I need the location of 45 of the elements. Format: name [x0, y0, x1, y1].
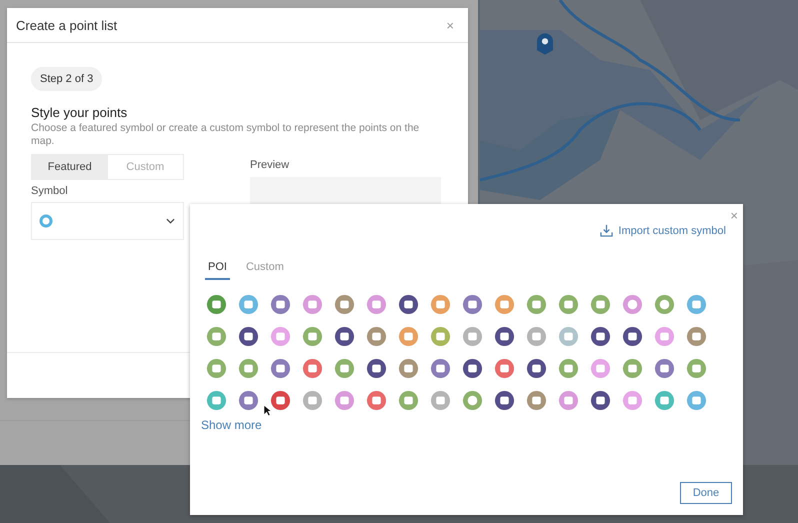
- symbol-icon[interactable]: [366, 358, 387, 379]
- mode-tab[interactable]: Featured: [32, 155, 108, 179]
- symbol-icon[interactable]: [654, 358, 675, 379]
- section-heading: Style your points: [31, 105, 128, 120]
- ring-symbol-icon[interactable]: [462, 390, 483, 411]
- close-button[interactable]: ×: [730, 208, 738, 223]
- show-more-link[interactable]: Show more: [190, 411, 262, 432]
- symbol-dropdown[interactable]: [31, 202, 184, 240]
- chevron-icon: [166, 218, 175, 224]
- symbol-icon[interactable]: [270, 294, 291, 315]
- symbol-icon[interactable]: [494, 390, 515, 411]
- tab[interactable]: POI: [205, 257, 230, 280]
- symbol-icon[interactable]: [494, 358, 515, 379]
- download-icon: [600, 224, 614, 237]
- symbol-icon[interactable]: [590, 326, 611, 347]
- ring-icon: [39, 214, 53, 228]
- preview-label: Preview: [250, 159, 290, 171]
- symbol-icon[interactable]: [270, 390, 291, 411]
- symbol-icon[interactable]: [270, 358, 291, 379]
- symbol-icon[interactable]: [334, 326, 355, 347]
- symbol-icon[interactable]: [526, 358, 547, 379]
- symbol-icon[interactable]: [398, 294, 419, 315]
- import-link[interactable]: Import custom symbol: [618, 224, 726, 236]
- symbol-icon[interactable]: [302, 358, 323, 379]
- symbol-icon[interactable]: [494, 326, 515, 347]
- symbol-icon[interactable]: [622, 326, 643, 347]
- ring-symbol-icon[interactable]: [654, 294, 675, 315]
- step-badge: Step 2 of 3: [31, 67, 102, 91]
- map-pin-icon: [537, 33, 553, 55]
- tab[interactable]: Custom: [242, 257, 287, 280]
- symbol-icon[interactable]: [462, 358, 483, 379]
- ring-symbol-icon[interactable]: [622, 294, 643, 315]
- symbol-icon[interactable]: [206, 294, 227, 315]
- symbol-icon[interactable]: [238, 390, 259, 411]
- symbol-icon[interactable]: [590, 390, 611, 411]
- symbol-label: Symbol: [31, 185, 69, 197]
- done-button[interactable]: Done: [680, 482, 732, 504]
- symbol-icon[interactable]: [238, 326, 259, 347]
- close-button[interactable]: ×: [446, 18, 454, 32]
- symbol-icon[interactable]: [366, 390, 387, 411]
- description: Choose a featured symbol or create a custom symbol to represent the points on the map.: [31, 122, 420, 148]
- dialog-title: Create a point list: [16, 18, 118, 32]
- symbol-icon[interactable]: [430, 358, 451, 379]
- symbol-icon[interactable]: [462, 294, 483, 315]
- cursor-icon: [263, 404, 272, 417]
